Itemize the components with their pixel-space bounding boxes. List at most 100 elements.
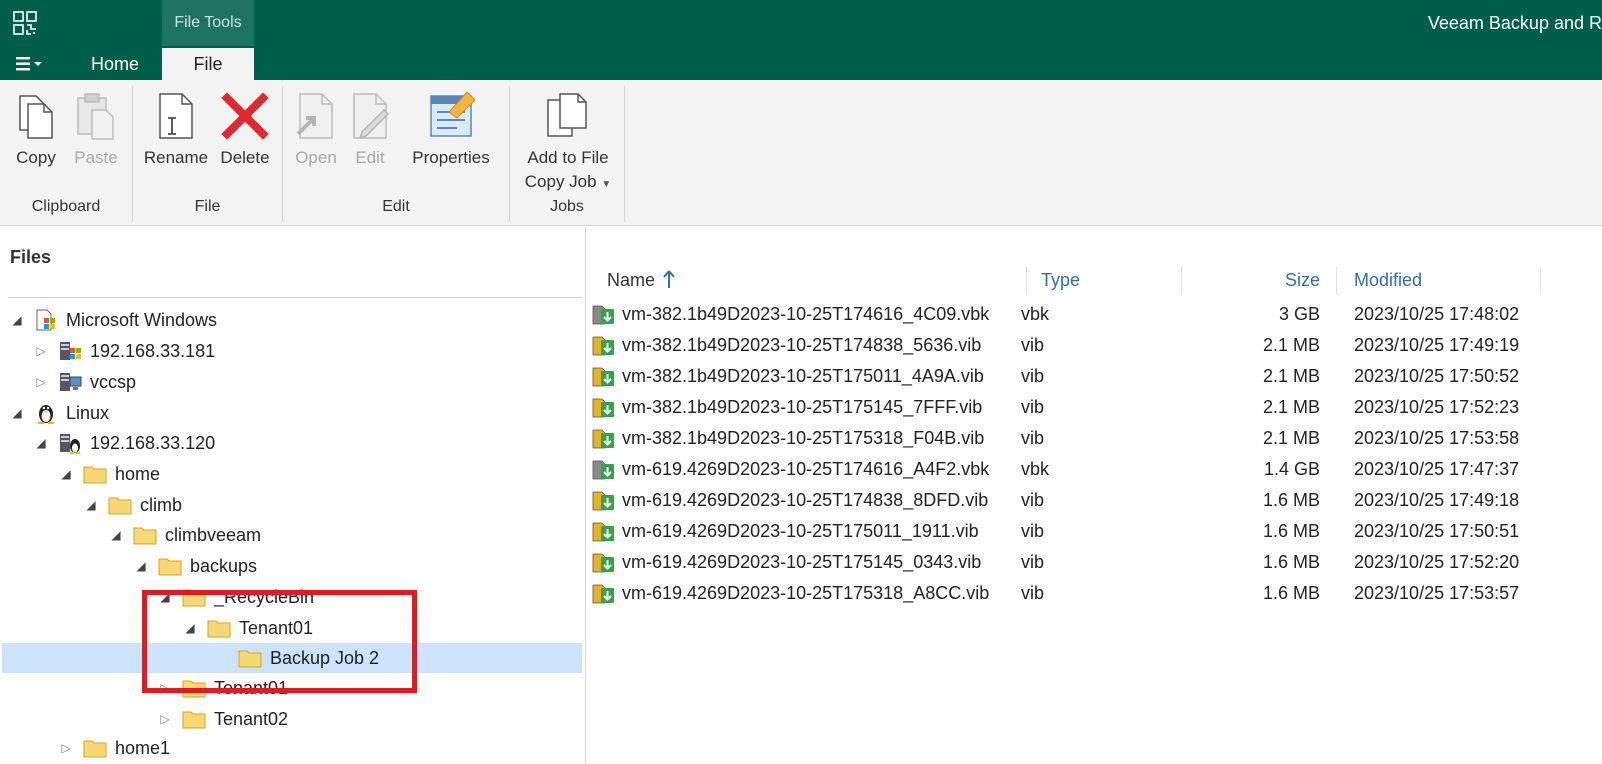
tree-node-label: home — [115, 463, 161, 484]
linux-server-icon — [60, 434, 81, 454]
expanded-arrow-icon[interactable]: ◢ — [32, 434, 50, 452]
file-modified-cell: 2023/10/25 17:49:19 — [1354, 335, 1520, 355]
file-name-cell: vm-619.4269D2023-10-25T174838_8DFD.vib — [591, 485, 988, 516]
file-name-text: vm-619.4269D2023-10-25T175318_A8CC.vib — [622, 583, 990, 603]
ribbon-group-file: Rename Delete File — [133, 86, 283, 222]
tree-node-label: 192.168.33.120 — [90, 432, 216, 453]
tree-node-microsoft-windows[interactable]: ◢ Microsoft Windows — [8, 305, 217, 335]
column-separator[interactable] — [1026, 267, 1027, 295]
veeam-app-logo-icon[interactable] — [12, 10, 38, 36]
pane-title: Files — [10, 247, 52, 267]
tree-node-linux[interactable]: ◢ Linux — [8, 398, 109, 428]
add-to-file-label-line2: Copy Job ▼ — [524, 172, 612, 191]
paste-button[interactable]: Paste — [68, 86, 124, 170]
file-list-row[interactable]: vm-382.1b49D2023-10-25T174838_5636.vib vi… — [587, 330, 1602, 361]
column-header-modified[interactable]: Modified — [1354, 263, 1524, 297]
ribbon-group-clipboard: Copy Paste Clipboard — [0, 86, 133, 222]
windows-server-icon — [60, 342, 81, 360]
tree-node-label: climbveeam — [165, 524, 262, 545]
column-separator[interactable] — [1540, 267, 1541, 295]
column-header-size[interactable]: Size — [1197, 263, 1320, 297]
column-separator[interactable] — [1336, 267, 1337, 295]
file-list-row[interactable]: vm-382.1b49D2023-10-25T174616_4C09.vbk vb… — [587, 299, 1602, 330]
file-copy-job-icon — [547, 93, 587, 137]
windows-servers-icon — [36, 309, 55, 331]
delete-button[interactable]: Delete — [215, 86, 275, 170]
tab-file[interactable]: File — [162, 48, 254, 80]
copy-label: Copy — [16, 148, 56, 167]
file-modified-cell: 2023/10/25 17:50:51 — [1354, 521, 1520, 541]
file-type-cell: vib — [1021, 552, 1045, 572]
dropdown-arrow-icon: ▼ — [601, 179, 612, 190]
tab-home[interactable]: Home — [80, 48, 150, 80]
expanded-arrow-icon[interactable]: ◢ — [57, 465, 75, 483]
expanded-arrow-icon[interactable]: ◢ — [132, 557, 150, 575]
tree-node-tenant02[interactable]: ▷ Tenant02 — [156, 704, 288, 734]
linux-penguin-icon — [37, 405, 55, 424]
incremental-backup-file-icon — [592, 398, 614, 417]
rename-label: Rename — [143, 148, 209, 167]
title-bar: File Tools Veeam Backup and R Home File — [0, 0, 1602, 80]
file-name-cell: vm-382.1b49D2023-10-25T175145_7FFF.vib — [591, 392, 982, 423]
tree-node-home1[interactable]: ▷ home1 — [57, 733, 170, 763]
file-name-cell: vm-619.4269D2023-10-25T175318_A8CC.vib — [591, 578, 989, 609]
main-menu-button[interactable] — [14, 52, 48, 76]
ribbon-group-label-edit: Edit — [382, 198, 410, 215]
ribbon-group-label-clipboard: Clipboard — [31, 198, 101, 215]
tree-node-192-168-33-181[interactable]: ▷ 192.168.33.181 — [32, 336, 215, 366]
expanded-arrow-icon[interactable]: ◢ — [107, 526, 125, 544]
column-separator[interactable] — [1181, 267, 1182, 295]
column-header-type[interactable]: Type — [1041, 263, 1171, 297]
file-list-row[interactable]: vm-619.4269D2023-10-25T175011_1911.vib vi… — [587, 516, 1602, 547]
ribbon-group-edit: Open Edit Properties Edit — [283, 86, 510, 222]
file-size-cell: 2.1 MB — [1262, 366, 1320, 386]
properties-button[interactable]: Properties — [401, 86, 501, 170]
tree-node-climb[interactable]: ◢ climb — [82, 490, 182, 520]
folder-icon — [133, 527, 157, 545]
column-header-name[interactable]: Name — [607, 263, 997, 297]
file-list-row[interactable]: vm-619.4269D2023-10-25T175318_A8CC.vib vi… — [587, 578, 1602, 609]
file-size-cell: 2.1 MB — [1262, 428, 1320, 448]
incremental-backup-file-icon — [592, 491, 614, 510]
tree-node-192-168-33-120[interactable]: ◢ 192.168.33.120 — [32, 428, 215, 458]
file-list-row[interactable]: vm-619.4269D2023-10-25T174616_A4F2.vbk vb… — [587, 454, 1602, 485]
open-button[interactable]: Open — [291, 86, 341, 170]
file-size-cell: 1.6 MB — [1262, 521, 1320, 541]
file-name-text: vm-619.4269D2023-10-25T175145_0343.vib — [622, 552, 982, 572]
full-backup-file-icon — [592, 305, 614, 324]
incremental-backup-file-icon — [592, 584, 614, 603]
paste-label: Paste — [74, 148, 118, 167]
collapsed-arrow-icon[interactable]: ▷ — [156, 710, 174, 728]
collapsed-arrow-icon[interactable]: ▷ — [57, 739, 75, 757]
rename-button[interactable]: Rename — [141, 86, 211, 170]
file-modified-cell: 2023/10/25 17:48:02 — [1354, 304, 1520, 324]
file-size-cell: 1.6 MB — [1262, 583, 1320, 603]
expanded-arrow-icon[interactable]: ◢ — [82, 496, 100, 514]
add-to-file-copy-job-button[interactable]: Add to File Copy Job ▼ — [518, 86, 618, 197]
file-list-row[interactable]: vm-619.4269D2023-10-25T174838_8DFD.vib vi… — [587, 485, 1602, 516]
tree-node-home[interactable]: ◢ home — [57, 459, 160, 489]
expanded-arrow-icon[interactable]: ◢ — [8, 311, 26, 329]
file-type-cell: vbk — [1021, 459, 1050, 479]
file-modified-cell: 2023/10/25 17:53:58 — [1354, 428, 1520, 448]
incremental-backup-file-icon — [592, 336, 614, 355]
file-list-row[interactable]: vm-619.4269D2023-10-25T175145_0343.vib vi… — [587, 547, 1602, 578]
tree-node-backups[interactable]: ◢ backups — [132, 551, 257, 581]
file-size-cell: 1.6 MB — [1262, 552, 1320, 572]
edit-button[interactable]: Edit — [345, 86, 395, 170]
expanded-arrow-icon[interactable]: ◢ — [8, 404, 26, 422]
file-list-row[interactable]: vm-382.1b49D2023-10-25T175318_F04B.vib vi… — [587, 423, 1602, 454]
red-highlight-annotation — [142, 590, 417, 693]
tree-node-climbveeam[interactable]: ◢ climbveeam — [107, 520, 261, 550]
collapsed-arrow-icon[interactable]: ▷ — [32, 342, 50, 360]
tree-node-label: Tenant02 — [214, 708, 289, 729]
file-type-cell: vib — [1021, 490, 1045, 510]
file-type-cell: vib — [1021, 428, 1045, 448]
tree-node-vccsp[interactable]: ▷ vccsp — [32, 367, 136, 397]
pane-divider — [8, 297, 582, 298]
file-type-cell: vbk — [1021, 304, 1050, 324]
file-list-row[interactable]: vm-382.1b49D2023-10-25T175145_7FFF.vib vi… — [587, 392, 1602, 423]
copy-button[interactable]: Copy — [10, 86, 62, 170]
collapsed-arrow-icon[interactable]: ▷ — [32, 373, 50, 391]
file-list-row[interactable]: vm-382.1b49D2023-10-25T175011_4A9A.vib vi… — [587, 361, 1602, 392]
